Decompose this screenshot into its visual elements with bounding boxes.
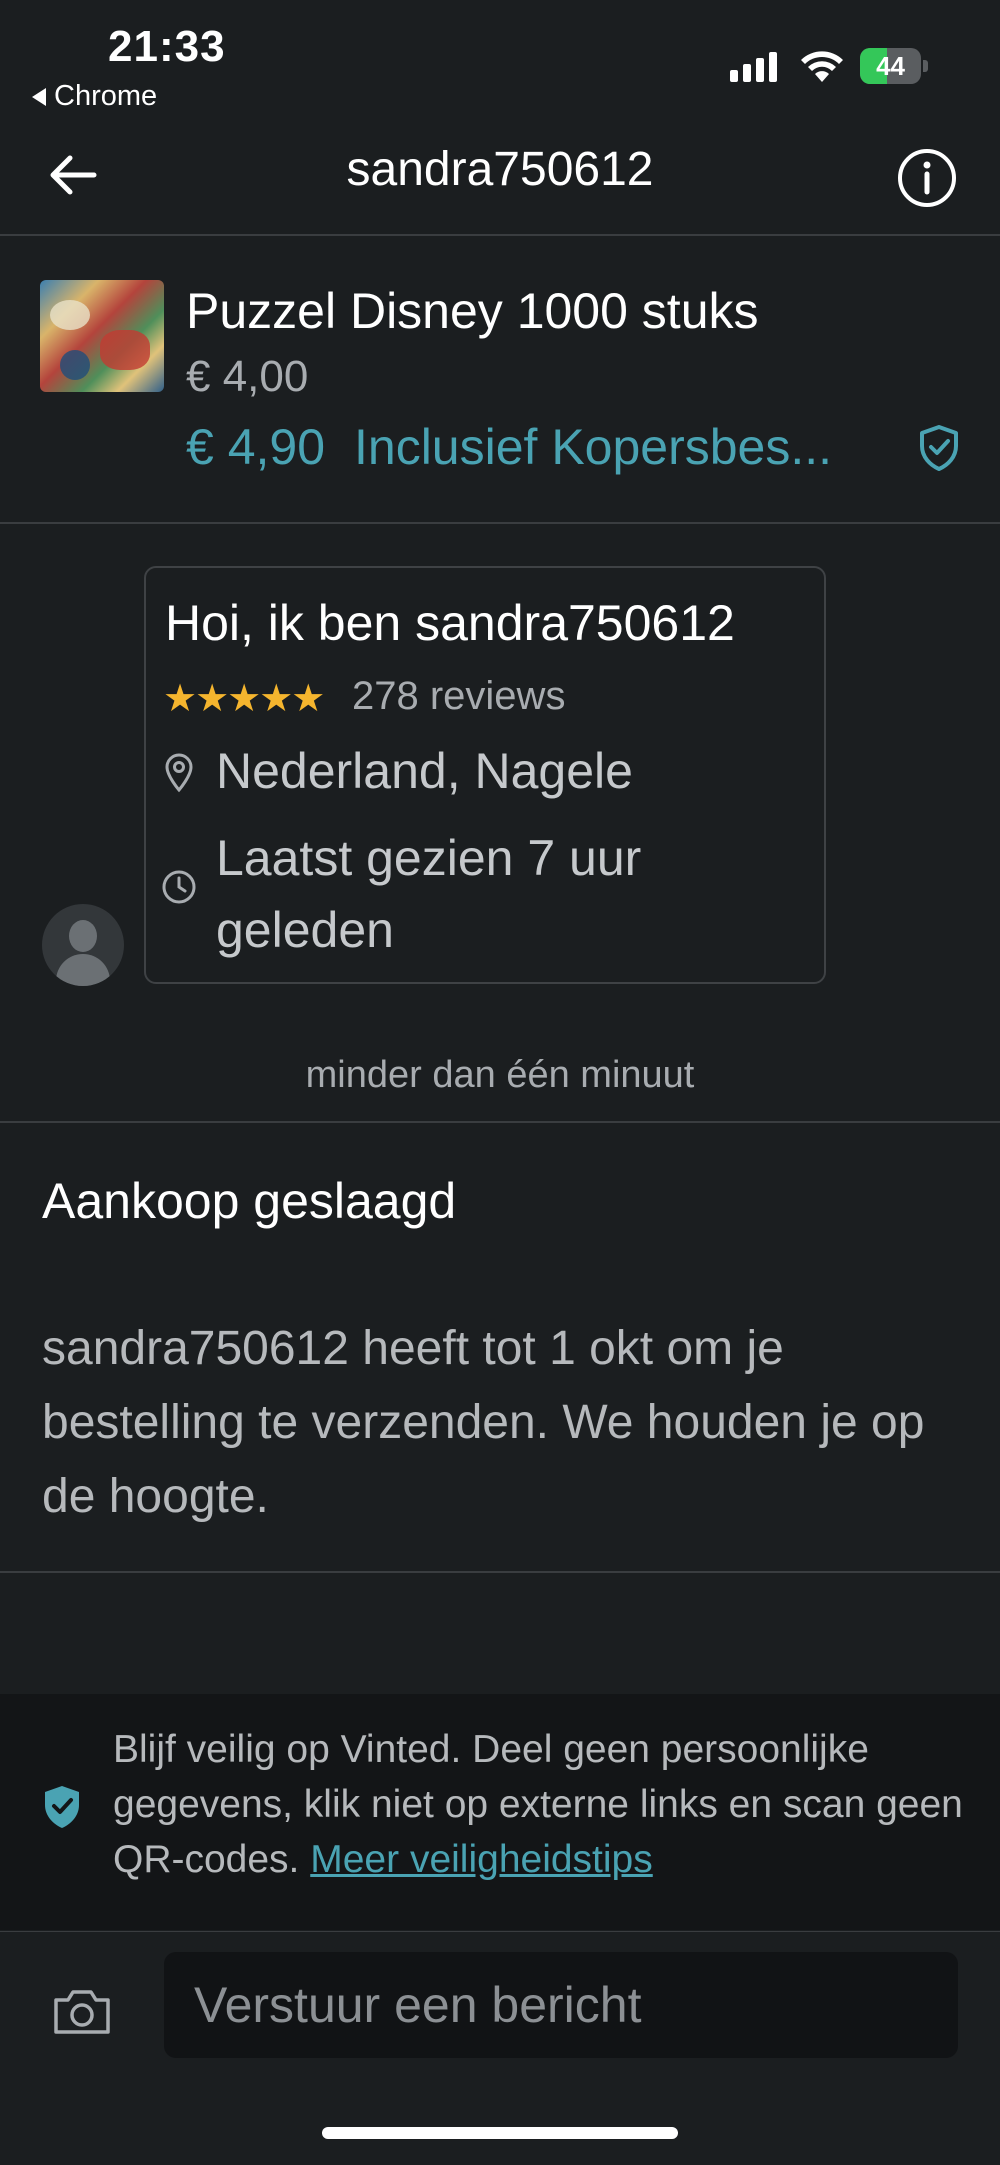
safety-tips-link[interactable]: Meer veiligheidstips	[310, 1838, 653, 1881]
review-count: 278 reviews	[352, 674, 566, 718]
avatar[interactable]	[42, 904, 124, 986]
seller-last-seen: Laatst gezien 7 uur geleden	[216, 830, 642, 958]
star-rating: ★★★★★	[163, 678, 325, 720]
item-total-price: € 4,90	[186, 419, 326, 475]
item-title[interactable]: Puzzel Disney 1000 stuks	[186, 282, 759, 340]
divider	[0, 1121, 1000, 1123]
purchase-status-title: Aankoop geslaagd	[42, 1173, 457, 1229]
divider	[0, 234, 1000, 236]
shield-check-icon[interactable]	[918, 424, 960, 472]
item-thumbnail[interactable]	[40, 280, 164, 392]
divider	[0, 1571, 1000, 1573]
battery-icon: 44	[860, 48, 928, 84]
cellular-signal-icon	[730, 52, 777, 82]
shield-check-icon	[45, 1786, 79, 1828]
battery-label: 44	[876, 50, 905, 81]
page-title: sandra750612	[346, 143, 654, 196]
status-time: 21:33	[108, 22, 226, 71]
back-app-label: Chrome	[54, 80, 158, 112]
info-icon[interactable]	[895, 146, 959, 210]
safety-message: Blijf veilig op Vinted. Deel geen persoo…	[113, 1722, 973, 1887]
seller-location: Nederland, Nagele	[216, 743, 633, 799]
back-triangle-icon	[32, 87, 46, 106]
location-pin-icon	[165, 753, 193, 793]
purchase-status-body: sandra750612 heeft tot 1 okt om je beste…	[42, 1322, 925, 1523]
message-input[interactable]	[164, 1952, 958, 2058]
divider	[0, 522, 1000, 524]
wifi-icon	[801, 51, 843, 82]
clock-icon	[162, 870, 196, 904]
item-price: € 4,00	[186, 352, 309, 401]
camera-icon[interactable]	[52, 1986, 112, 2036]
seller-greeting: Hoi, ik ben sandra750612	[165, 595, 735, 651]
home-indicator[interactable]	[322, 2127, 678, 2139]
back-to-app-link[interactable]: Chrome	[32, 80, 157, 113]
buyer-protection-label[interactable]: Inclusief Kopersbes...	[354, 418, 894, 476]
message-timestamp: minder dan één minuut	[305, 1054, 695, 1096]
